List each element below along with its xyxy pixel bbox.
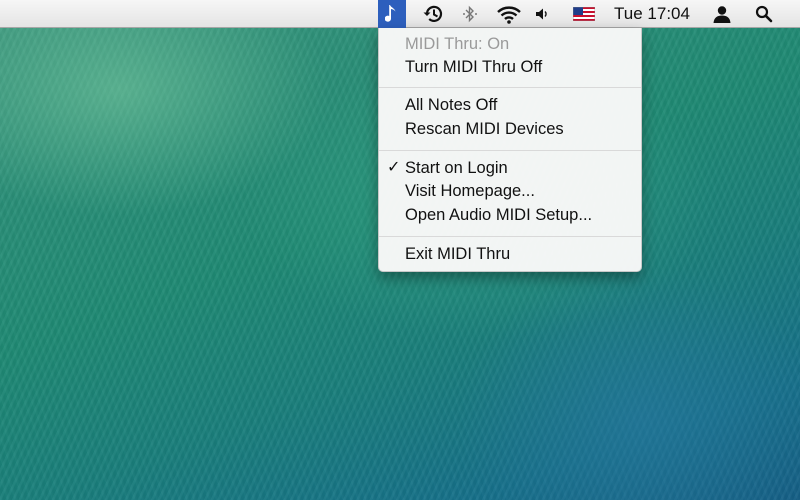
menu-item-exit-midi-thru[interactable]: Exit MIDI Thru <box>379 243 641 265</box>
menubar-clock[interactable]: Tue 17:04 <box>604 0 700 28</box>
menu-item-turn-midi-thru-off[interactable]: Turn MIDI Thru Off <box>379 56 641 78</box>
music-note-icon <box>385 5 396 22</box>
wifi-menu-extra[interactable] <box>494 0 524 28</box>
menu-item-all-notes-off[interactable]: All Notes Off <box>379 94 641 116</box>
wifi-icon <box>497 6 521 24</box>
bluetooth-icon <box>463 5 477 23</box>
menu-item-rescan-midi-devices[interactable]: Rescan MIDI Devices <box>379 118 641 140</box>
menu-separator <box>379 150 641 151</box>
menu-item-start-on-login[interactable]: ✓ Start on Login <box>379 157 641 179</box>
midi-thru-dropdown-menu: MIDI Thru: On Turn MIDI Thru Off All Not… <box>378 28 642 272</box>
midi-thru-menu-extra[interactable] <box>378 0 406 28</box>
time-machine-icon <box>423 5 443 22</box>
menu-bar: Tue 17:04 <box>0 0 800 28</box>
us-flag-icon <box>573 7 595 21</box>
spotlight-menu-extra[interactable] <box>750 0 778 28</box>
menu-item-open-audio-midi-setup[interactable]: Open Audio MIDI Setup... <box>379 204 641 226</box>
menu-separator <box>379 87 641 88</box>
fast-user-switching-menu-extra[interactable] <box>708 0 736 28</box>
menu-separator <box>379 236 641 237</box>
bluetooth-menu-extra[interactable] <box>456 0 484 28</box>
checkmark-icon: ✓ <box>387 159 401 176</box>
spotlight-search-icon <box>755 5 773 23</box>
menu-item-label: Start on Login <box>405 159 508 177</box>
volume-menu-extra[interactable] <box>530 0 554 28</box>
input-source-menu-extra[interactable] <box>570 0 598 28</box>
menu-item-visit-homepage[interactable]: Visit Homepage... <box>379 180 641 202</box>
volume-icon <box>536 8 547 20</box>
user-icon <box>713 6 731 23</box>
menu-item-midi-thru-status: MIDI Thru: On <box>405 35 510 53</box>
time-machine-menu-extra[interactable] <box>418 0 448 28</box>
